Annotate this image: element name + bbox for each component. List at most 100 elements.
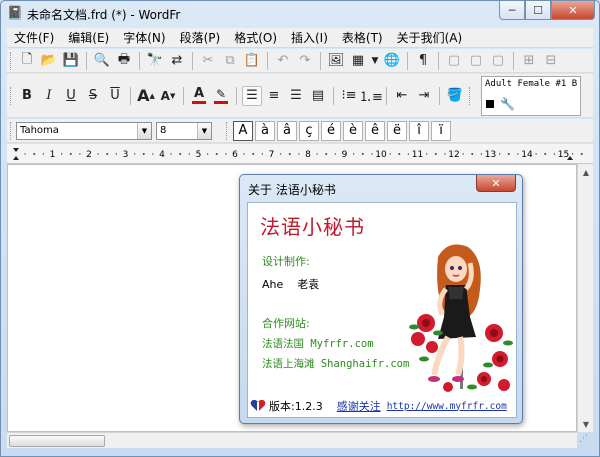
resize-grip-icon[interactable]: ⋰ — [579, 434, 588, 444]
print-icon[interactable]: 🖶 — [113, 51, 135, 71]
insert-image-icon[interactable]: 🖼 — [325, 51, 347, 71]
char-e-grave[interactable]: è — [343, 120, 363, 141]
toolbar-grip[interactable] — [226, 121, 229, 140]
ruler-label: 4 — [159, 150, 165, 160]
font-name-value: Tahoma — [20, 125, 59, 136]
bold-button[interactable]: B — [16, 86, 38, 106]
align-center-icon[interactable]: ≡ — [263, 86, 285, 106]
increase-indent-icon[interactable]: ⇥ — [413, 86, 435, 106]
strikethrough-button[interactable]: S — [82, 86, 104, 106]
scroll-down-icon[interactable]: ▼ — [578, 416, 594, 432]
toolbar-grip[interactable] — [10, 51, 13, 70]
align-left-icon[interactable]: ☰ — [242, 85, 262, 106]
align-justify-icon[interactable]: ▤ — [307, 86, 329, 106]
italic-button[interactable]: I — [38, 86, 60, 106]
scroll-up-icon[interactable]: ▲ — [578, 164, 594, 180]
table-dropdown-icon[interactable]: ▼ — [369, 51, 381, 71]
ruler-label: 6 — [232, 150, 238, 160]
thanks-link[interactable]: 感谢关注 — [337, 398, 381, 414]
toolbar-grip[interactable] — [10, 121, 13, 140]
char-e-acute[interactable]: é — [321, 120, 341, 141]
ruler-tick — [252, 153, 255, 155]
shrink-font-button[interactable]: A ▼ — [157, 86, 179, 106]
toolbar-grip[interactable] — [469, 86, 472, 105]
partner-site-1[interactable]: 法语法国 Myfrfr.com — [262, 336, 374, 351]
menu-table[interactable]: 表格(T) — [335, 28, 390, 48]
ruler-tick — [60, 153, 63, 155]
voice-select[interactable]: Adult Female #1 B — [482, 77, 580, 91]
menu-paragraph[interactable]: 段落(P) — [173, 28, 228, 48]
align-right-icon[interactable]: ☰ — [285, 86, 307, 106]
font-color-icon: A — [192, 87, 206, 104]
font-color-button[interactable]: A — [188, 86, 210, 106]
char-a-grave[interactable]: à — [255, 120, 275, 141]
ruler-tick — [69, 153, 72, 155]
decrease-indent-icon[interactable]: ⇤ — [391, 86, 413, 106]
find-binoculars-icon[interactable]: 🔭 — [144, 51, 166, 71]
font-size-select[interactable]: 8 ▼ — [156, 121, 212, 140]
scrollbar-thumb[interactable] — [9, 435, 105, 447]
table-row-icon[interactable]: ▢ — [465, 51, 487, 71]
dialog-close-button[interactable]: ✕ — [476, 175, 516, 192]
menu-file[interactable]: 文件(F) — [7, 28, 61, 48]
fill-color-icon[interactable]: 🪣 — [444, 86, 466, 106]
minimize-button[interactable]: ─ — [499, 1, 525, 20]
table-cell-icon[interactable]: ▢ — [443, 51, 465, 71]
app-icon[interactable]: 📓 — [7, 6, 23, 22]
voice-controls: 🔧 — [486, 97, 515, 111]
chevron-down-icon[interactable]: ▼ — [197, 122, 211, 139]
stop-icon[interactable] — [486, 99, 494, 108]
char-a-circumflex[interactable]: â — [277, 120, 297, 141]
first-line-indent-marker[interactable] — [13, 148, 19, 152]
open-folder-icon[interactable]: 📂 — [38, 51, 60, 71]
menu-font[interactable]: 字体(N) — [116, 28, 172, 48]
print-preview-icon[interactable]: 🔍 — [91, 51, 113, 71]
char-a-caps[interactable]: A — [233, 120, 253, 141]
redo-icon[interactable]: ↷ — [294, 51, 316, 71]
menu-format[interactable]: 格式(O) — [227, 28, 284, 48]
char-e-circumflex[interactable]: ê — [365, 120, 385, 141]
save-icon[interactable]: 💾 — [60, 51, 82, 71]
char-c-cedilla[interactable]: ç — [299, 120, 319, 141]
underline-button[interactable]: U — [60, 86, 82, 106]
undo-icon[interactable]: ↶ — [272, 51, 294, 71]
menu-insert[interactable]: 插入(I) — [284, 28, 335, 48]
speaker-settings-icon[interactable]: 🔧 — [500, 97, 515, 111]
char-i-diaeresis[interactable]: ï — [431, 120, 451, 141]
highlight-color-swatch — [214, 100, 228, 104]
chevron-down-icon[interactable]: ▼ — [137, 122, 151, 139]
bullet-list-icon[interactable]: ⁝≡ — [338, 86, 360, 106]
insert-table-icon[interactable]: ▦ — [347, 51, 369, 71]
replace-icon[interactable]: ⇄ — [166, 51, 188, 71]
ruler[interactable]: 1 2 3 4 5 6 7 8 9 10 11 12 13 14 15 — [7, 144, 593, 164]
close-button[interactable]: ✕ — [551, 1, 595, 20]
left-indent-marker[interactable] — [13, 156, 19, 160]
overline-button[interactable]: U — [104, 86, 126, 106]
paste-icon[interactable]: 📋 — [241, 51, 263, 71]
copy-icon[interactable]: ⧉ — [219, 51, 241, 71]
merge-cells-icon[interactable]: ⊞ — [518, 51, 540, 71]
highlight-button[interactable]: ✎ — [210, 86, 232, 106]
numbered-list-icon[interactable]: ⒈≡ — [359, 86, 383, 106]
menu-edit[interactable]: 编辑(E) — [61, 28, 116, 48]
title-bar[interactable]: 📓 未命名文档.frd (*) - WordFr ─ ☐ ✕ — [1, 1, 599, 27]
insert-web-icon[interactable]: 🌐 — [381, 51, 403, 71]
show-paragraph-icon[interactable]: ¶ — [412, 51, 434, 71]
char-e-diaeresis[interactable]: ë — [387, 120, 407, 141]
ruler-tick — [243, 153, 245, 155]
website-link[interactable]: http://www.myfrfr.com — [387, 401, 507, 412]
char-i-circumflex[interactable]: î — [409, 120, 429, 141]
toolbar-separator — [513, 51, 514, 70]
grow-font-button[interactable]: A ▲ — [135, 86, 157, 106]
split-cells-icon[interactable]: ⊟ — [540, 51, 562, 71]
maximize-button[interactable]: ☐ — [525, 1, 551, 20]
font-name-select[interactable]: Tahoma ▼ — [16, 121, 152, 140]
cut-icon[interactable]: ✂ — [197, 51, 219, 71]
vertical-scrollbar[interactable]: ▲ ▼ — [577, 164, 593, 432]
horizontal-scrollbar[interactable] — [7, 432, 577, 448]
table-column-icon[interactable]: ▢ — [487, 51, 509, 71]
menu-about[interactable]: 关于我们(A) — [390, 28, 470, 48]
partner-site-2[interactable]: 法语上海滩 Shanghaifr.com — [262, 356, 409, 371]
new-file-icon[interactable]: 🗋 — [16, 51, 38, 71]
toolbar-grip[interactable] — [10, 86, 13, 105]
